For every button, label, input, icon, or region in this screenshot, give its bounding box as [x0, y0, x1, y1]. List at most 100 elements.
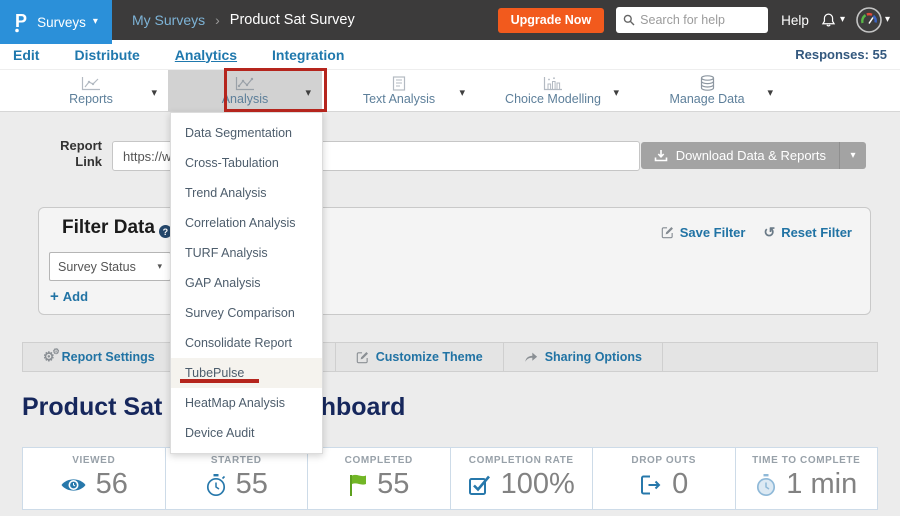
menu-item-heatmap-analysis[interactable]: HeatMap Analysis — [171, 388, 322, 418]
help-search[interactable] — [616, 7, 768, 33]
tab-sharing-options[interactable]: Sharing Options — [504, 343, 663, 371]
chevron-down-icon[interactable]: ▾ — [305, 86, 311, 99]
stat-completion-rate: COMPLETION RATE 100% — [451, 448, 594, 509]
menu-item-tubepulse[interactable]: TubePulse — [171, 358, 322, 388]
chevron-down-icon: ▾ — [157, 261, 162, 272]
product-switcher[interactable]: P Surveys ▾ — [0, 0, 112, 44]
help-search-input[interactable] — [640, 13, 758, 27]
toolbar-text-analysis[interactable]: Text Analysis ▾ — [322, 70, 476, 111]
account-menu-button[interactable]: ▾ — [856, 7, 890, 33]
toolbar-manage-data-label: Manage Data — [669, 92, 744, 106]
tab-report-settings-label: Report Settings — [62, 350, 155, 364]
tab-customize-theme[interactable]: Customize Theme — [336, 343, 504, 371]
stat-drop-outs: DROP OUTS 0 — [593, 448, 736, 509]
chevron-down-icon[interactable]: ▾ — [613, 86, 619, 99]
analysis-dropdown-menu: Data Segmentation Cross-Tabulation Trend… — [170, 112, 323, 454]
reset-icon: ↺ — [763, 224, 775, 241]
help-link[interactable]: Help — [781, 13, 809, 28]
timer-icon — [755, 473, 777, 497]
download-button-label: Download Data & Reports — [676, 148, 826, 163]
save-filter-button[interactable]: Save Filter — [661, 225, 746, 240]
report-link-label: Report Link — [52, 138, 102, 171]
filter-panel: Filter Data ? Save Filter ↺ Reset Filter… — [38, 207, 871, 315]
menu-item-consolidate-report[interactable]: Consolidate Report — [171, 328, 322, 358]
toolbar-reports-label: Reports — [69, 92, 113, 106]
menu-item-cross-tabulation[interactable]: Cross-Tabulation — [171, 148, 322, 178]
exit-icon — [639, 474, 663, 496]
checkbox-icon — [468, 474, 492, 496]
database-icon — [699, 75, 716, 91]
menu-item-gap-analysis[interactable]: GAP Analysis — [171, 268, 322, 298]
chevron-down-icon: ▾ — [885, 15, 890, 25]
chevron-down-icon: ▾ — [93, 17, 98, 27]
survey-nav: Edit Distribute Analytics Integration Re… — [0, 40, 900, 70]
menu-item-survey-comparison[interactable]: Survey Comparison — [171, 298, 322, 328]
chevron-down-icon[interactable]: ▾ — [767, 86, 773, 99]
line-chart-icon — [81, 76, 101, 91]
toolbar-reports[interactable]: Reports ▾ — [14, 70, 168, 111]
topbar-actions: Upgrade Now Help ▾ — [498, 7, 900, 33]
svg-text:P: P — [15, 11, 27, 31]
menu-item-turf-analysis[interactable]: TURF Analysis — [171, 238, 322, 268]
toolbar-analysis[interactable]: Analysis ▾ — [168, 70, 322, 111]
menu-item-data-segmentation[interactable]: Data Segmentation — [171, 118, 322, 148]
menu-item-device-audit[interactable]: Device Audit — [171, 418, 322, 448]
stat-completed: COMPLETED 55 — [308, 448, 451, 509]
responses-count: Responses: 55 — [795, 47, 887, 62]
breadcrumb-current: Product Sat Survey — [230, 12, 355, 28]
questionpro-logo-icon: P — [14, 11, 30, 33]
edit-icon — [661, 226, 674, 239]
stat-time-to-complete-value: 1 min — [786, 468, 857, 501]
nav-integration[interactable]: Integration — [272, 47, 344, 63]
filter-data-title: Filter Data — [62, 217, 155, 239]
menu-item-trend-analysis[interactable]: Trend Analysis — [171, 178, 322, 208]
gears-icon: ⚙⚙ — [43, 349, 55, 365]
toolbar-text-analysis-label: Text Analysis — [363, 92, 435, 106]
nav-edit[interactable]: Edit — [13, 47, 39, 63]
reset-filter-label: Reset Filter — [781, 225, 852, 240]
chevron-down-icon[interactable]: ▾ — [151, 86, 157, 99]
survey-status-value: Survey Status — [58, 260, 136, 274]
toolbar-choice-modelling[interactable]: Choice Modelling ▾ — [476, 70, 630, 111]
dashboard-content: Report Link Download Data & Reports ▾ Fi… — [0, 112, 900, 516]
add-filter-label: Add — [63, 289, 88, 304]
stat-started-value: 55 — [236, 468, 268, 501]
stat-completed-label: COMPLETED — [345, 455, 413, 466]
analytics-toolbar: Reports ▾ Analysis ▾ — [0, 70, 900, 112]
eye-icon — [60, 476, 87, 494]
tab-report-settings[interactable]: ⚙⚙ Report Settings — [23, 343, 176, 371]
notifications-button[interactable]: ▾ — [820, 12, 845, 29]
download-data-reports-button[interactable]: Download Data & Reports ▾ — [641, 142, 866, 169]
stat-time-to-complete-label: TIME TO COMPLETE — [752, 455, 860, 466]
stats-summary: VIEWED 56 STARTED — [22, 447, 878, 510]
add-filter-button[interactable]: + Add — [50, 288, 88, 305]
save-filter-label: Save Filter — [680, 225, 746, 240]
reset-filter-button[interactable]: ↺ Reset Filter — [763, 224, 852, 241]
chevron-down-icon: ▾ — [840, 15, 845, 25]
stat-completed-value: 55 — [377, 468, 409, 501]
stat-completion-rate-value: 100% — [501, 468, 575, 501]
bell-icon — [820, 12, 837, 29]
report-tabstrip: ⚙⚙ Report Settings Customize Theme Shari… — [22, 342, 878, 372]
topbar: My Surveys › Product Sat Survey Upgrade … — [0, 0, 900, 40]
product-switcher-label: Surveys — [37, 15, 86, 30]
breadcrumb-separator-icon: › — [215, 12, 220, 28]
toolbar-analysis-label: Analysis — [222, 92, 269, 106]
upgrade-now-button[interactable]: Upgrade Now — [498, 8, 605, 33]
toolbar-manage-data[interactable]: Manage Data ▾ — [630, 70, 784, 111]
stat-viewed-label: VIEWED — [72, 455, 115, 466]
tab-customize-theme-label: Customize Theme — [376, 350, 483, 364]
bar-chart-icon — [543, 76, 563, 91]
flag-icon — [348, 473, 368, 497]
stat-viewed-value: 56 — [96, 468, 128, 501]
stat-started-label: STARTED — [211, 455, 262, 466]
chevron-down-icon[interactable]: ▾ — [459, 86, 465, 99]
download-options-caret[interactable]: ▾ — [839, 142, 866, 169]
breadcrumb-my-surveys[interactable]: My Surveys — [132, 12, 205, 28]
nav-analytics[interactable]: Analytics — [175, 47, 237, 63]
menu-item-correlation-analysis[interactable]: Correlation Analysis — [171, 208, 322, 238]
breadcrumb: My Surveys › Product Sat Survey — [132, 12, 355, 28]
stopwatch-icon — [205, 473, 227, 497]
nav-distribute[interactable]: Distribute — [74, 47, 139, 63]
survey-status-select[interactable]: Survey Status ▾ — [49, 252, 171, 281]
